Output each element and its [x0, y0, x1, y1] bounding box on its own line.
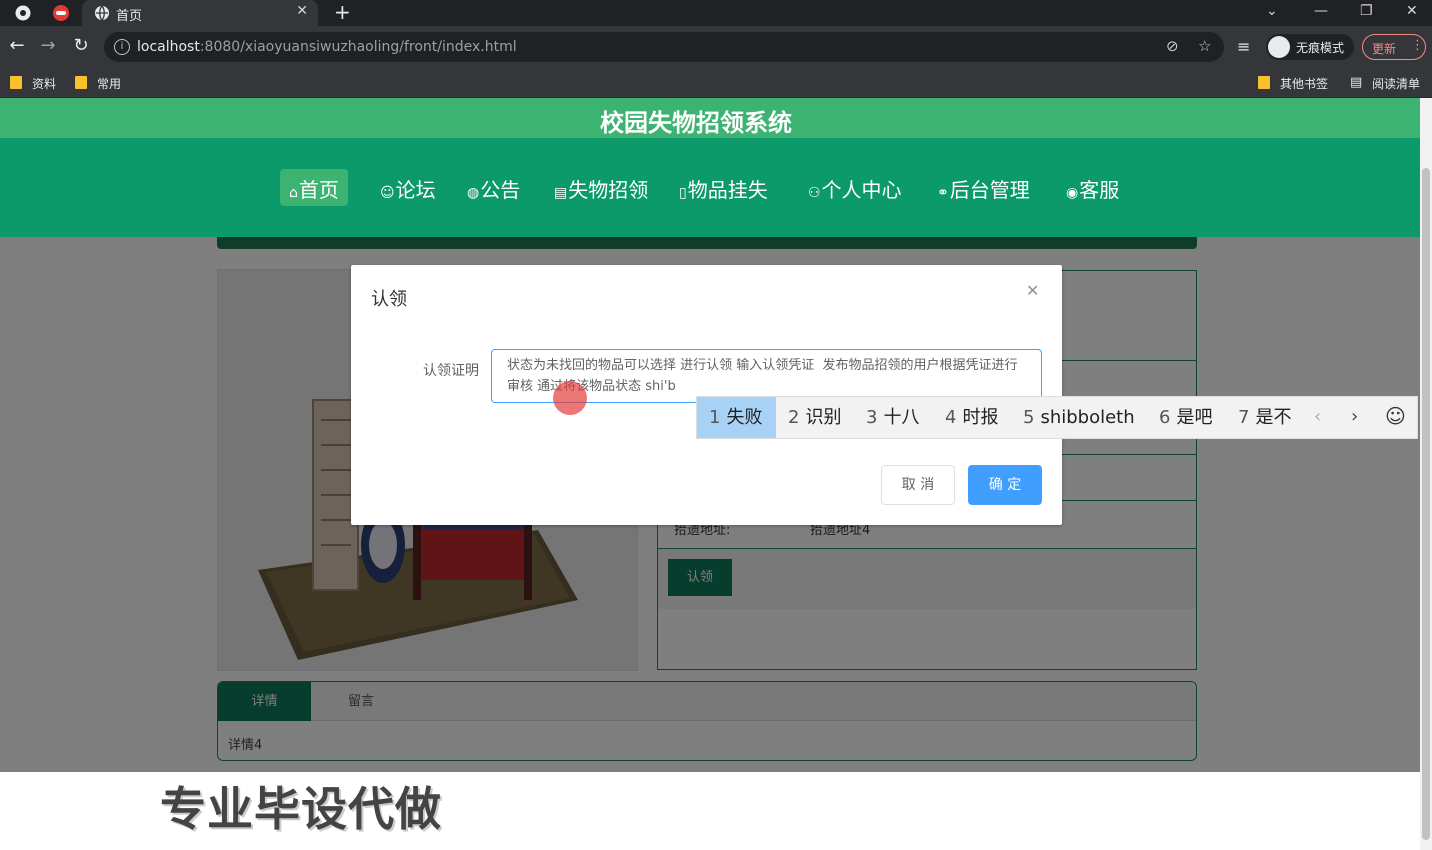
- page-scrollbar[interactable]: [1420, 98, 1432, 850]
- nav-label: 公告: [480, 178, 521, 202]
- star-icon[interactable]: ☆: [1198, 37, 1211, 55]
- tab-close-icon[interactable]: ✕: [296, 3, 308, 19]
- site-info-icon[interactable]: i: [114, 39, 130, 55]
- confirm-button[interactable]: 确 定: [968, 465, 1042, 505]
- reload-icon[interactable]: ↻: [70, 35, 92, 56]
- address-bar[interactable]: i localhost:8080/xiaoyuansiwuzhaoling/fr…: [104, 32, 1224, 62]
- close-icon[interactable]: ✕: [1026, 281, 1039, 300]
- folder-icon: [10, 76, 22, 89]
- nav-profile[interactable]: ⚇个人中心: [799, 169, 911, 206]
- url-text[interactable]: localhost:8080/xiaoyuansiwuzhaoling/fron…: [137, 39, 517, 55]
- bookmark-label: 资料: [32, 77, 57, 91]
- nav-report-lost[interactable]: ▯物品挂失: [670, 169, 777, 206]
- ime-candidate[interactable]: 7 是不: [1226, 397, 1304, 438]
- nav-label: 失物招领: [568, 178, 649, 202]
- document-icon: ▤: [554, 185, 568, 201]
- chat-icon: ◉: [1066, 185, 1079, 201]
- site-nav: ⌂首页 ☺论坛 ◍公告 ▤失物招领 ▯物品挂失 ⚇个人中心 ⚭后台管理 ◉客服: [0, 138, 1420, 237]
- smile-icon: ☺: [380, 185, 395, 201]
- restore-icon[interactable]: ❐: [1360, 3, 1373, 19]
- incognito-icon: [1268, 36, 1290, 58]
- user-icon: ⚇: [808, 185, 821, 201]
- nav-lost-found[interactable]: ▤失物招领: [545, 169, 657, 206]
- nav-label: 论坛: [395, 178, 436, 202]
- ime-candidate[interactable]: 4 时报: [933, 397, 1011, 438]
- globe-icon: [95, 5, 109, 21]
- minimize-icon[interactable]: —: [1314, 3, 1328, 19]
- browser-toolbar: ← → ↻ i localhost:8080/xiaoyuansiwuzhaol…: [0, 26, 1432, 68]
- bookmark-label: 其他书签: [1280, 77, 1329, 91]
- link-icon: ⚭: [937, 185, 949, 201]
- nav-label: 首页: [298, 178, 339, 202]
- folder-icon: [1258, 76, 1270, 89]
- ime-candidate[interactable]: 3 十八: [854, 397, 932, 438]
- forward-icon[interactable]: →: [37, 35, 59, 56]
- nav-label: 物品挂失: [687, 178, 768, 202]
- ime-emoji-icon[interactable]: ☺: [1385, 404, 1406, 428]
- more-menu-icon[interactable]: ⋮: [1411, 38, 1424, 53]
- dialog-title: 认领: [371, 289, 407, 310]
- ime-candidate[interactable]: 1 失败: [697, 397, 776, 438]
- media-control-icon[interactable]: ≡: [1237, 37, 1250, 56]
- item-icon: ▯: [679, 185, 687, 201]
- nav-forum[interactable]: ☺论坛: [371, 169, 445, 206]
- new-tab-icon[interactable]: +: [334, 1, 351, 23]
- proof-label: 认领证明: [423, 363, 479, 379]
- active-tab[interactable]: 首页 ✕: [82, 0, 318, 26]
- ime-candidate[interactable]: 5 shibboleth: [1011, 397, 1147, 438]
- ime-candidate[interactable]: 2 识别: [776, 397, 854, 438]
- reading-list-icon: ▤: [1350, 75, 1363, 90]
- folder-icon: [75, 76, 87, 89]
- ime-next-icon[interactable]: ›: [1351, 406, 1358, 427]
- nav-label: 客服: [1079, 178, 1120, 202]
- home-icon: ⌂: [289, 185, 298, 201]
- reading-list-label: 阅读清单: [1372, 77, 1421, 91]
- browser-app-icon[interactable]: [14, 4, 32, 22]
- profile-label: 无痕模式: [1296, 41, 1345, 55]
- nav-admin[interactable]: ⚭后台管理: [928, 169, 1039, 206]
- site-title: 校园失物招领系统: [600, 109, 792, 137]
- globe-icon: ◍: [467, 185, 480, 201]
- nav-customer-service[interactable]: ◉客服: [1057, 169, 1128, 206]
- scroll-thumb[interactable]: [1422, 168, 1430, 840]
- watermark-text: 专业毕设代做: [160, 782, 442, 836]
- bookmarks-bar: 资料 常用 其他书签 ▤ 阅读清单: [0, 68, 1432, 98]
- eye-off-icon[interactable]: ⊘: [1166, 37, 1179, 55]
- bookmark-label: 常用: [97, 77, 122, 91]
- nav-home[interactable]: ⌂首页: [280, 169, 348, 206]
- close-window-icon[interactable]: ✕: [1406, 3, 1418, 19]
- update-button[interactable]: 更新 ⋮: [1362, 34, 1426, 60]
- ime-prev-icon[interactable]: ‹: [1314, 406, 1321, 427]
- tab-title: 首页: [116, 9, 143, 24]
- nav-announcement[interactable]: ◍公告: [458, 169, 529, 206]
- nav-label: 个人中心: [821, 178, 902, 202]
- nav-label: 后台管理: [949, 178, 1030, 202]
- web-page: 校园失物招领系统 ⌂首页 ☺论坛 ◍公告 ▤失物招领 ▯物品挂失 ⚇个人中心 ⚭…: [0, 98, 1420, 850]
- update-label: 更新: [1372, 42, 1397, 56]
- claim-dialog: 认领 ✕ 认领证明 状态为未找回的物品可以选择 进行认领 输入认领凭证 发布物品…: [351, 265, 1062, 525]
- cursor-highlight: [553, 381, 587, 415]
- ime-candidate[interactable]: 6 是吧: [1147, 397, 1225, 438]
- ime-candidate-bar: 1 失败 2 识别 3 十八 4 时报 5 shibboleth 6 是吧 7 是不 ‹ › …: [696, 396, 1418, 439]
- cancel-button[interactable]: 取 消: [881, 465, 955, 505]
- back-icon[interactable]: ←: [6, 35, 28, 56]
- site-header: 校园失物招领系统: [0, 98, 1420, 138]
- pinned-tab-icon[interactable]: [52, 4, 70, 22]
- incognito-profile[interactable]: 无痕模式: [1266, 34, 1354, 60]
- tab-search-icon[interactable]: ⌄: [1266, 3, 1278, 19]
- browser-tab-strip: 首页 ✕ + ⌄ — ❐ ✕: [0, 0, 1432, 26]
